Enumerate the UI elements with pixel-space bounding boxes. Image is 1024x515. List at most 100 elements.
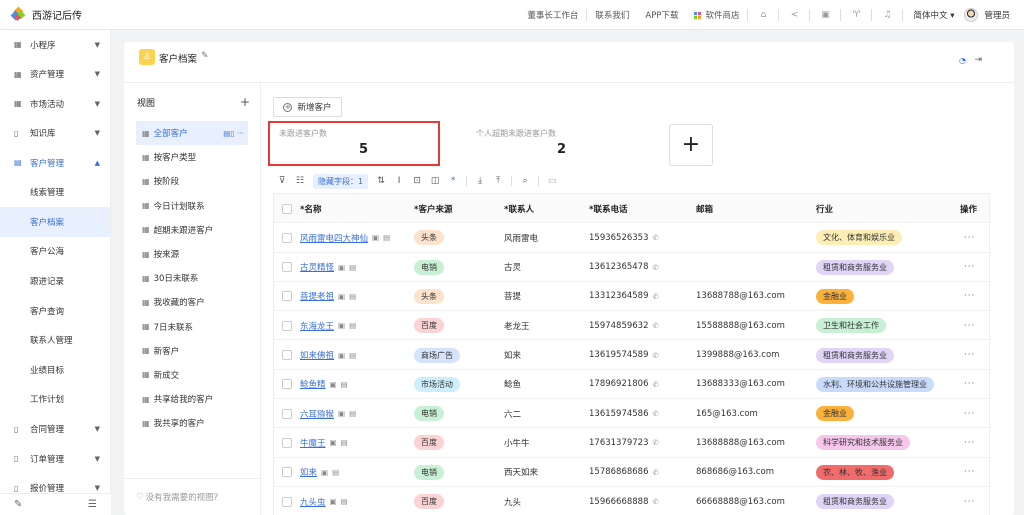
table-row[interactable]: 风雨雷电四大神仙 ▣ ▤ 头条 风雨雷电 15936526353 ✆ 文化、体育和娱乐业 ··· <box>274 223 989 253</box>
views-footer[interactable]: ♡ 没有我需要的视图? <box>124 478 261 515</box>
avatar[interactable] <box>964 8 979 22</box>
doc-icon[interactable]: ▤ <box>341 438 348 447</box>
view-item[interactable]: ▦ 新客户 <box>136 339 248 363</box>
sidebar-item-marketing[interactable]: ▦ 市场活动 ▼ <box>0 89 110 119</box>
edit-icon[interactable]: ▣ <box>338 409 345 418</box>
view-item[interactable]: ▦ 7日未联系 <box>136 315 248 339</box>
view-item[interactable]: ▦ 超期未跟进客户 <box>136 218 248 242</box>
phone-icon[interactable]: ✆ <box>653 497 659 506</box>
row-checkbox[interactable] <box>282 232 292 243</box>
exit-icon[interactable]: ⇥ <box>974 55 982 65</box>
column-header[interactable]: 行业 <box>816 194 833 223</box>
edit-icon[interactable]: ▣ <box>338 263 345 272</box>
add-customer-button[interactable]: + 新增客户 <box>273 97 342 117</box>
user-name[interactable]: 管理员 <box>984 9 1010 21</box>
edit-icon[interactable]: ▣ <box>372 233 379 242</box>
more-actions-icon[interactable]: ··· <box>964 409 975 419</box>
contact-us-link[interactable]: 联系我们 <box>587 9 637 21</box>
column-header[interactable]: *客户来源 <box>414 194 452 223</box>
add-view-icon[interactable]: + <box>240 95 250 109</box>
app-icon[interactable]: ▣ <box>810 10 840 20</box>
view-item[interactable]: ▦ 按客户类型 <box>136 145 248 169</box>
lock-icon[interactable]: ⊡ <box>408 176 426 186</box>
sidebar-subitem-public-pool[interactable]: 客户公海 <box>0 237 110 267</box>
table-row[interactable]: 如来 ▣ ▤ 电销 西天如来 15786868686 ✆ 868686@163.com 农、林、… <box>274 458 989 487</box>
edit-icon[interactable]: ▣ <box>330 497 337 506</box>
sidebar-item-customer-management[interactable]: ▤ 客户管理 ▲ <box>0 148 110 178</box>
customer-name-link[interactable]: 风雨雷电四大神仙 <box>300 232 368 244</box>
upload-icon[interactable]: ⤒ <box>489 176 507 186</box>
more-actions-icon[interactable]: ··· <box>964 438 975 448</box>
row-checkbox[interactable] <box>282 320 292 331</box>
home-icon[interactable]: ⌂ <box>748 10 778 20</box>
phone-icon[interactable]: ✆ <box>653 438 659 447</box>
row-checkbox[interactable] <box>282 379 292 390</box>
edit-title-icon[interactable]: ✎ <box>201 51 209 61</box>
phone-icon[interactable]: ✆ <box>653 351 659 360</box>
app-logo[interactable]: 西游记后传 <box>10 6 112 22</box>
more-actions-icon[interactable]: ··· <box>964 497 975 507</box>
sort-icon[interactable]: ⇅ <box>372 176 390 186</box>
view-item[interactable]: ▦ 我收藏的客户 <box>136 290 248 314</box>
language-select[interactable]: 简体中文 ▾ <box>903 9 964 21</box>
edit-icon[interactable]: ▣ <box>338 321 345 330</box>
table-row[interactable]: 鲶鱼精 ▣ ▤ 市场活动 鲶鱼 17896921806 ✆ 13688333@163.com 水… <box>274 370 989 400</box>
refresh-icon[interactable]: ◔ <box>959 56 966 65</box>
column-header[interactable]: *联系人 <box>504 194 534 223</box>
column-header[interactable]: *名称 <box>300 194 321 223</box>
doc-icon[interactable]: ▤ <box>332 468 339 477</box>
stat-unfollowed[interactable]: 未跟进客户数 5 <box>279 128 429 162</box>
edit-icon[interactable]: ▣ <box>321 468 328 477</box>
row-checkbox[interactable] <box>282 350 292 360</box>
collapse-menu-icon[interactable]: ☰ <box>88 499 97 510</box>
phone-icon[interactable]: ✆ <box>653 380 659 389</box>
edit-icon[interactable]: ▣ <box>330 438 337 447</box>
view-item[interactable]: ▦ 共享给我的客户 <box>136 387 248 411</box>
sidebar-subitem-targets[interactable]: 业绩目标 <box>0 355 110 385</box>
phone-icon[interactable]: ✆ <box>653 292 659 301</box>
row-checkbox[interactable] <box>282 408 292 419</box>
sidebar-item-knowledge[interactable]: ▯ 知识库 ▼ <box>0 119 110 149</box>
stat-overdue[interactable]: 个人超期未跟进客户数 2 <box>476 128 626 162</box>
customer-name-link[interactable]: 如来 <box>300 466 317 478</box>
view-item[interactable]: ▦ 新成交 <box>136 363 248 387</box>
download-icon[interactable]: ⤓ <box>471 176 489 186</box>
doc-icon[interactable]: ▤ <box>349 351 356 360</box>
table-row[interactable]: 菩提老祖 ▣ ▤ 头条 菩提 13312364589 ✆ 13688788@163.com 金融… <box>274 282 989 312</box>
columns-icon[interactable]: ◫ <box>426 176 444 186</box>
view-item[interactable]: ▦ 按来源 <box>136 242 248 266</box>
phone-icon[interactable]: ✆ <box>653 263 659 272</box>
row-checkbox[interactable] <box>282 437 292 448</box>
customer-name-link[interactable]: 六耳猕猴 <box>300 408 334 420</box>
app-download-link[interactable]: APP下载 <box>637 9 686 21</box>
search-icon[interactable]: ⌕ <box>516 176 534 186</box>
sidebar-item-mini-program[interactable]: ▦ 小程序 ▼ <box>0 30 110 60</box>
customer-name-link[interactable]: 菩提老祖 <box>300 290 334 302</box>
row-checkbox[interactable] <box>282 496 292 507</box>
more-actions-icon[interactable]: ··· <box>964 321 975 331</box>
shirt-icon[interactable]: ♈ <box>841 10 871 20</box>
dashboard-link[interactable]: 董事长工作台 <box>519 9 586 21</box>
list-icon[interactable]: ☷ <box>291 176 309 186</box>
phone-icon[interactable]: ✆ <box>653 233 659 242</box>
customer-name-link[interactable]: 九头虫 <box>300 496 326 508</box>
doc-icon[interactable]: ▤ <box>349 292 356 301</box>
sidebar-subitem-leads[interactable]: 线索管理 <box>0 178 110 208</box>
software-store-link[interactable]: 软件商店 <box>686 9 747 21</box>
table-row[interactable]: 东海龙王 ▣ ▤ 百度 老龙王 15974859632 ✆ 15588888@163.com 卫… <box>274 311 989 341</box>
required-icon[interactable]: * <box>444 176 462 186</box>
edit-icon[interactable]: ▣ <box>330 380 337 389</box>
row-checkbox[interactable] <box>282 291 292 302</box>
delete-icon[interactable]: ▭ <box>543 176 561 186</box>
sidebar-item-contracts[interactable]: ▯ 合同管理 ▼ <box>0 414 110 444</box>
phone-icon[interactable]: ✆ <box>653 321 659 330</box>
row-checkbox[interactable] <box>282 467 292 478</box>
doc-icon[interactable]: ▤ <box>341 497 348 506</box>
sidebar-subitem-customer-query[interactable]: 客户查询 <box>0 296 110 326</box>
view-item-all-customers[interactable]: ▦ 全部客户 ▤▯ ··· <box>136 121 248 146</box>
edit-icon[interactable]: ✎ <box>14 499 22 510</box>
sidebar-subitem-work-plan[interactable]: 工作计划 <box>0 385 110 415</box>
table-row[interactable]: 如来佛祖 ▣ ▤ 商场广告 如来 13619574589 ✆ 1399888@163.com 租… <box>274 341 989 370</box>
view-actions-icon[interactable]: ▤▯ ··· <box>223 129 244 138</box>
select-all-checkbox[interactable] <box>282 203 292 214</box>
